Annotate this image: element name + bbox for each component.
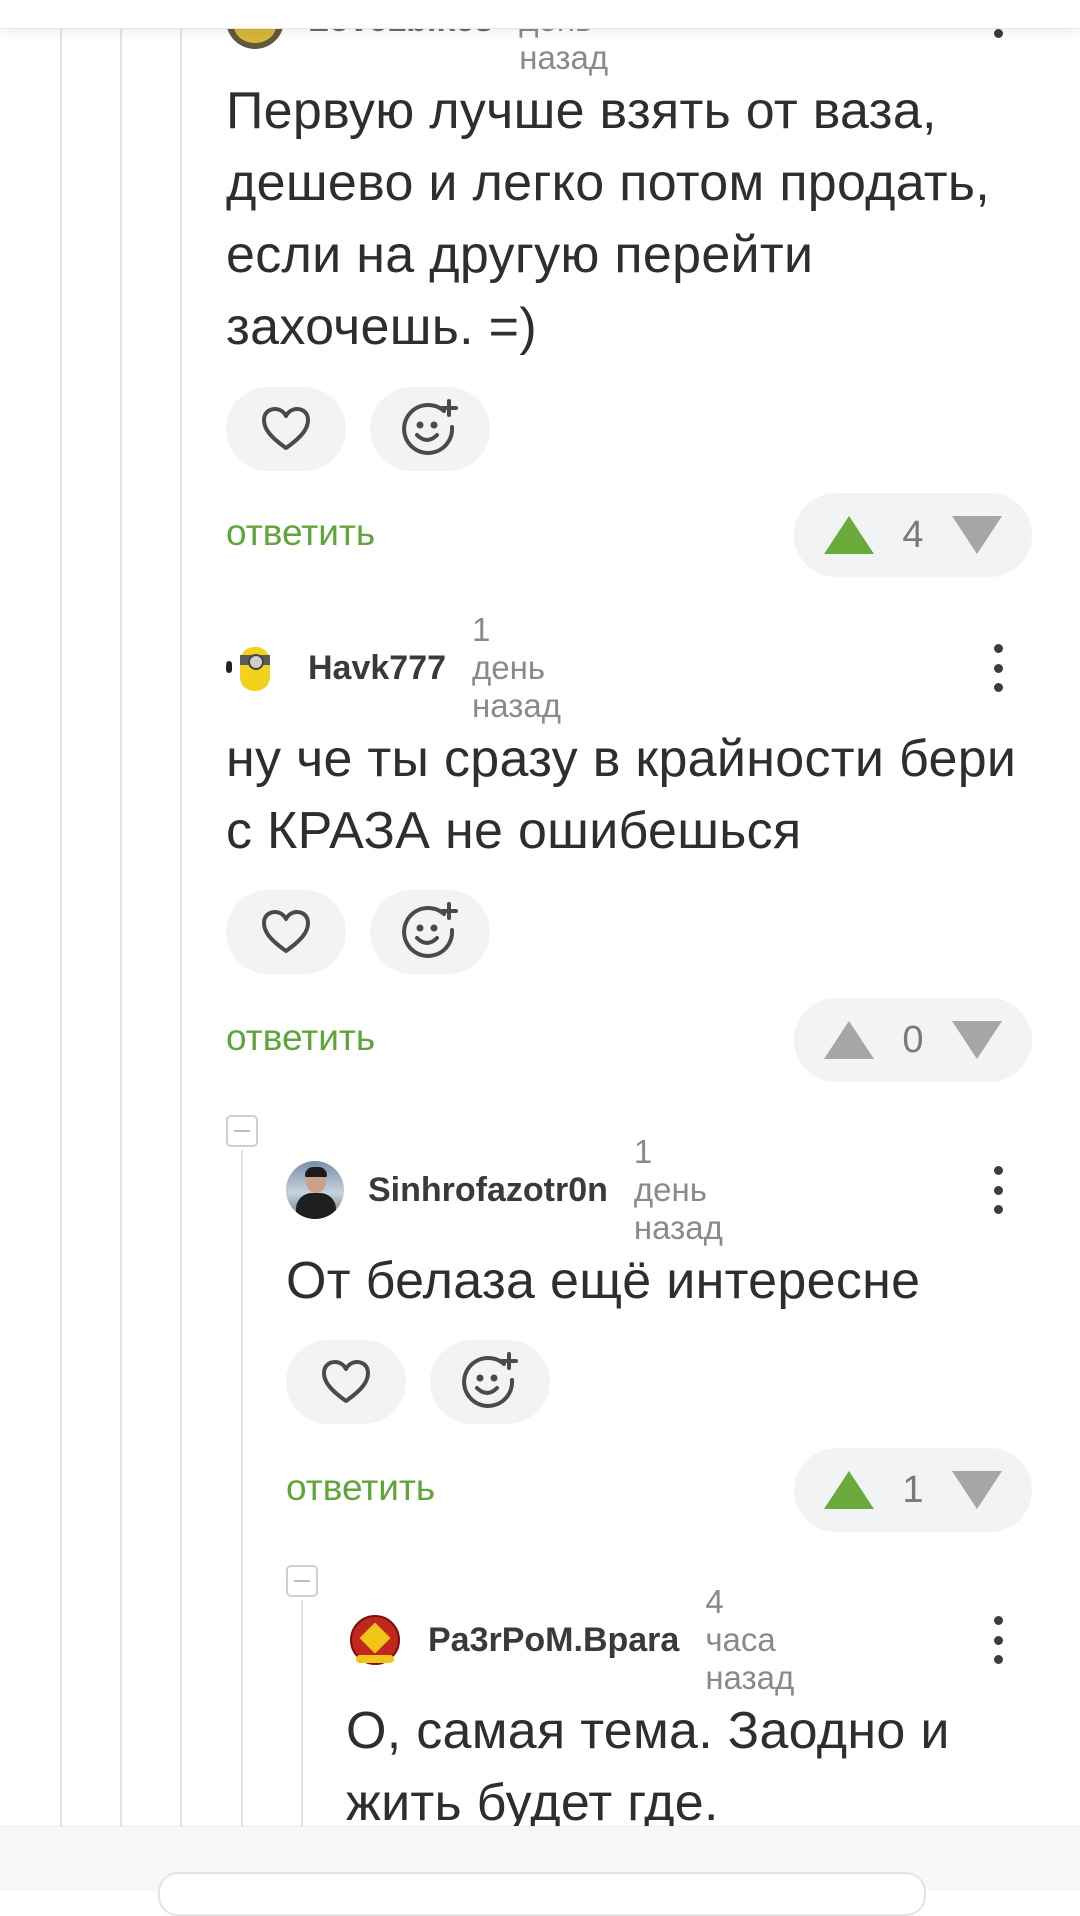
comment-text: От белаза ещё интересне bbox=[286, 1252, 921, 1310]
more-options-button[interactable] bbox=[983, 1160, 1013, 1220]
author-name[interactable]: Havk777 bbox=[308, 649, 446, 688]
upvote-button[interactable] bbox=[824, 516, 874, 554]
reply-link[interactable]: ответить bbox=[286, 1467, 435, 1509]
comment-time: 4 часа назад bbox=[705, 1583, 795, 1696]
heart-icon bbox=[322, 1360, 370, 1403]
comment-text: О, самая тема. Заодно и жить будет где. bbox=[346, 1702, 950, 1832]
avatar[interactable] bbox=[346, 1611, 404, 1669]
downvote-button[interactable] bbox=[951, 1021, 1002, 1059]
thread-line-level-4[interactable] bbox=[241, 1150, 243, 1830]
comment-text: Первую лучше взять от ваза, дешево и лег… bbox=[226, 82, 991, 356]
comment-input[interactable] bbox=[158, 1872, 926, 1916]
like-button[interactable] bbox=[226, 387, 346, 471]
more-options-button[interactable] bbox=[983, 638, 1013, 698]
thread-line-level-2[interactable] bbox=[120, 0, 122, 1830]
like-button[interactable] bbox=[286, 1340, 406, 1424]
upvote-button[interactable] bbox=[824, 1471, 874, 1509]
downvote-button[interactable] bbox=[951, 1471, 1002, 1509]
author-name[interactable]: Sinhrofazotr0n bbox=[368, 1171, 608, 1210]
comment-text: ну че ты сразу в крайности бери с КРАЗА … bbox=[226, 730, 1017, 860]
avatar[interactable] bbox=[286, 1161, 344, 1219]
vote-score: 1 bbox=[902, 1468, 924, 1511]
top-app-bar bbox=[0, 0, 1080, 29]
vertical-dots-icon bbox=[993, 644, 1003, 653]
vertical-dots-icon bbox=[993, 29, 1003, 38]
add-reaction-button[interactable] bbox=[370, 890, 490, 974]
author-name[interactable]: Pa3rPoM.Bpara bbox=[428, 1621, 679, 1660]
minus-square-icon bbox=[294, 1580, 310, 1582]
vote-score: 0 bbox=[902, 1018, 924, 1061]
minus-square-icon bbox=[234, 1130, 250, 1132]
heart-icon bbox=[262, 910, 310, 953]
more-options-button[interactable] bbox=[983, 1610, 1013, 1670]
comment-meta: Pa3rPoM.Bpara 4 часа назад bbox=[346, 1583, 794, 1696]
add-reaction-button[interactable] bbox=[370, 387, 490, 471]
avatar[interactable] bbox=[226, 639, 284, 697]
thread-line-level-5[interactable] bbox=[301, 1600, 303, 1830]
comment-meta: Sinhrofazotr0n 1 день назад bbox=[286, 1133, 723, 1246]
vertical-dots-icon bbox=[993, 1616, 1003, 1625]
collapse-thread-button[interactable] bbox=[286, 1565, 318, 1597]
heart-icon bbox=[262, 407, 310, 450]
vertical-dots-icon bbox=[993, 1166, 1003, 1175]
vote-score: 4 bbox=[902, 513, 924, 556]
vote-box: 4 bbox=[794, 493, 1032, 577]
like-button[interactable] bbox=[226, 890, 346, 974]
upvote-button[interactable] bbox=[824, 1021, 874, 1059]
comment-time: 1 день назад bbox=[633, 1133, 723, 1246]
reply-link[interactable]: ответить bbox=[226, 512, 375, 554]
reply-link[interactable]: ответить bbox=[226, 1017, 375, 1059]
comment-meta: Havk777 1 день назад bbox=[226, 611, 561, 724]
comment-time: 1 день назад bbox=[472, 611, 561, 724]
collapse-thread-button[interactable] bbox=[226, 1115, 258, 1147]
add-reaction-button[interactable] bbox=[430, 1340, 550, 1424]
downvote-button[interactable] bbox=[951, 516, 1002, 554]
thread-line-level-1[interactable] bbox=[60, 0, 62, 1830]
smiley-add-icon bbox=[402, 902, 458, 958]
vote-box: 0 bbox=[794, 998, 1032, 1082]
thread-line-level-3[interactable] bbox=[180, 0, 182, 1830]
smiley-add-icon bbox=[462, 1352, 518, 1408]
smiley-add-icon bbox=[402, 399, 458, 455]
vote-box: 1 bbox=[794, 1448, 1032, 1532]
